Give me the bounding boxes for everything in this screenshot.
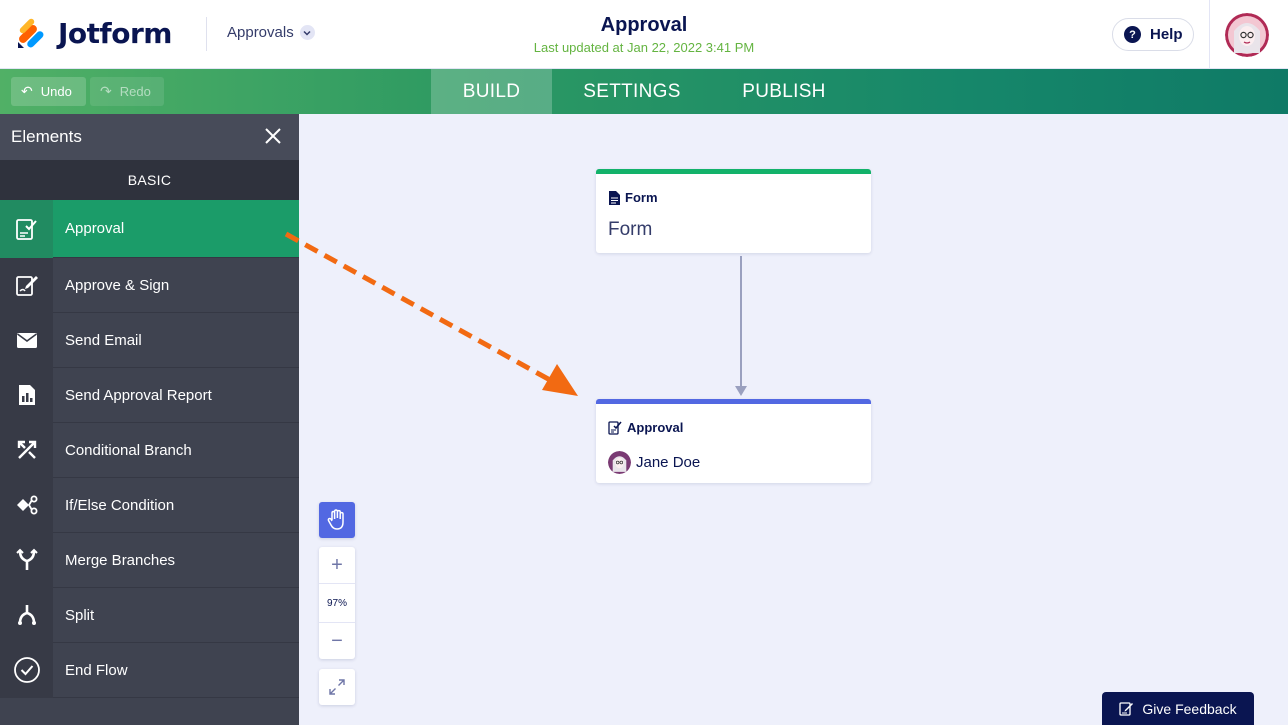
sidebar-item-send-email[interactable]: Send Email (0, 312, 299, 368)
sidebar-item-label: If/Else Condition (65, 496, 175, 514)
give-feedback-button[interactable]: Give Feedback (1102, 692, 1254, 725)
zoom-level: 97% (319, 583, 355, 623)
assignee-name: Jane Doe (636, 454, 701, 471)
help-label: Help (1150, 26, 1183, 43)
sidebar-item-approval[interactable]: Approval (0, 199, 299, 258)
if-else-icon (0, 477, 53, 533)
approval-node-type: Approval (627, 420, 684, 435)
sidebar-item-label: Approve & Sign (65, 276, 170, 294)
app-switcher[interactable]: Approvals (227, 24, 315, 41)
give-feedback-label: Give Feedback (1142, 700, 1237, 717)
page-title: Approval (600, 14, 688, 36)
zoom-in-button[interactable]: + (319, 547, 355, 583)
form-node-name: Form (608, 219, 653, 240)
chevron-down-icon (299, 25, 315, 40)
elements-panel: Elements BASIC Approval Approve & Sign S… (0, 114, 299, 725)
sidebar-item-merge-branches[interactable]: Merge Branches (0, 532, 299, 588)
check-circle-icon (0, 642, 53, 698)
elements-panel-header: Elements (0, 114, 299, 160)
sidebar-item-end-flow[interactable]: End Flow (0, 642, 299, 698)
form-node[interactable]: Form Form (596, 169, 871, 253)
category-tab-basic[interactable]: BASIC (0, 160, 299, 200)
builder-navbar: ↶ Undo ↷ Redo BUILD SETTINGS PUBLISH (0, 69, 1288, 114)
envelope-icon (0, 312, 53, 368)
flow-canvas[interactable]: Form Form Approval Jane Doe + 97% − Give… (299, 114, 1288, 725)
hand-icon (327, 509, 344, 530)
avatar-divider (1209, 0, 1210, 69)
tab-publish[interactable]: PUBLISH (712, 69, 856, 114)
feedback-icon (1119, 702, 1134, 716)
document-icon (609, 190, 620, 205)
sidebar-item-label: Approval (65, 220, 125, 237)
undo-button[interactable]: ↶ Undo (11, 77, 86, 106)
redo-button[interactable]: ↷ Redo (90, 77, 164, 106)
header-divider (206, 17, 207, 51)
sidebar-item-send-approval-report[interactable]: Send Approval Report (0, 367, 299, 423)
logo-text: Jotform (58, 17, 172, 50)
avatar-image-icon (1225, 13, 1269, 57)
jotform-logo[interactable]: Jotform (16, 17, 172, 50)
jotform-logo-mark-icon (18, 18, 44, 48)
node-type-label: Form (608, 190, 658, 205)
help-button[interactable]: ? Help (1112, 18, 1194, 51)
report-icon (0, 367, 53, 423)
zoom-control: + 97% − (319, 547, 355, 659)
tab-build[interactable]: BUILD (431, 69, 552, 114)
form-node-type: Form (625, 190, 658, 205)
assignee-avatar (608, 451, 631, 474)
expand-icon (329, 679, 345, 695)
sidebar-item-label: Split (65, 606, 95, 624)
redo-label: Redo (119, 84, 151, 99)
pan-tool-button[interactable] (319, 502, 355, 538)
approval-icon (608, 421, 622, 435)
sidebar-item-conditional-branch[interactable]: Conditional Branch (0, 422, 299, 478)
elements-panel-title: Elements (11, 127, 82, 146)
redo-icon: ↷ (100, 83, 112, 99)
approval-icon (0, 199, 53, 258)
sidebar-item-label: Send Approval Report (65, 386, 212, 404)
split-icon (0, 587, 53, 643)
assignee: Jane Doe (608, 451, 700, 474)
question-icon: ? (1124, 26, 1141, 43)
app-switcher-label: Approvals (227, 24, 294, 41)
sidebar-item-label: Conditional Branch (65, 441, 192, 459)
undo-icon: ↶ (21, 83, 33, 99)
sidebar-item-label: Send Email (65, 331, 142, 349)
sidebar-item-split[interactable]: Split (0, 587, 299, 643)
tab-settings[interactable]: SETTINGS (552, 69, 712, 114)
title-block: Approval Last updated at Jan 22, 2022 3:… (444, 14, 844, 55)
sidebar-item-approve-sign[interactable]: Approve & Sign (0, 257, 299, 313)
node-type-label: Approval (608, 420, 683, 435)
close-icon[interactable] (263, 126, 283, 146)
approve-sign-icon (0, 257, 53, 313)
undo-label: Undo (40, 84, 72, 99)
sidebar-item-label: End Flow (65, 661, 128, 679)
merge-icon (0, 532, 53, 588)
sidebar-item-label: Merge Branches (65, 551, 176, 569)
fit-to-screen-button[interactable] (319, 669, 355, 705)
approval-node[interactable]: Approval Jane Doe (596, 399, 871, 483)
avatar-image-icon (608, 451, 631, 474)
zoom-out-button[interactable]: − (319, 623, 355, 659)
branch-icon (0, 422, 53, 478)
sidebar-item-if-else[interactable]: If/Else Condition (0, 477, 299, 533)
app-header: Jotform Approvals Approval Last updated … (0, 0, 1288, 69)
user-avatar[interactable] (1225, 13, 1269, 57)
last-updated-text: Last updated at Jan 22, 2022 3:41 PM (533, 40, 755, 55)
